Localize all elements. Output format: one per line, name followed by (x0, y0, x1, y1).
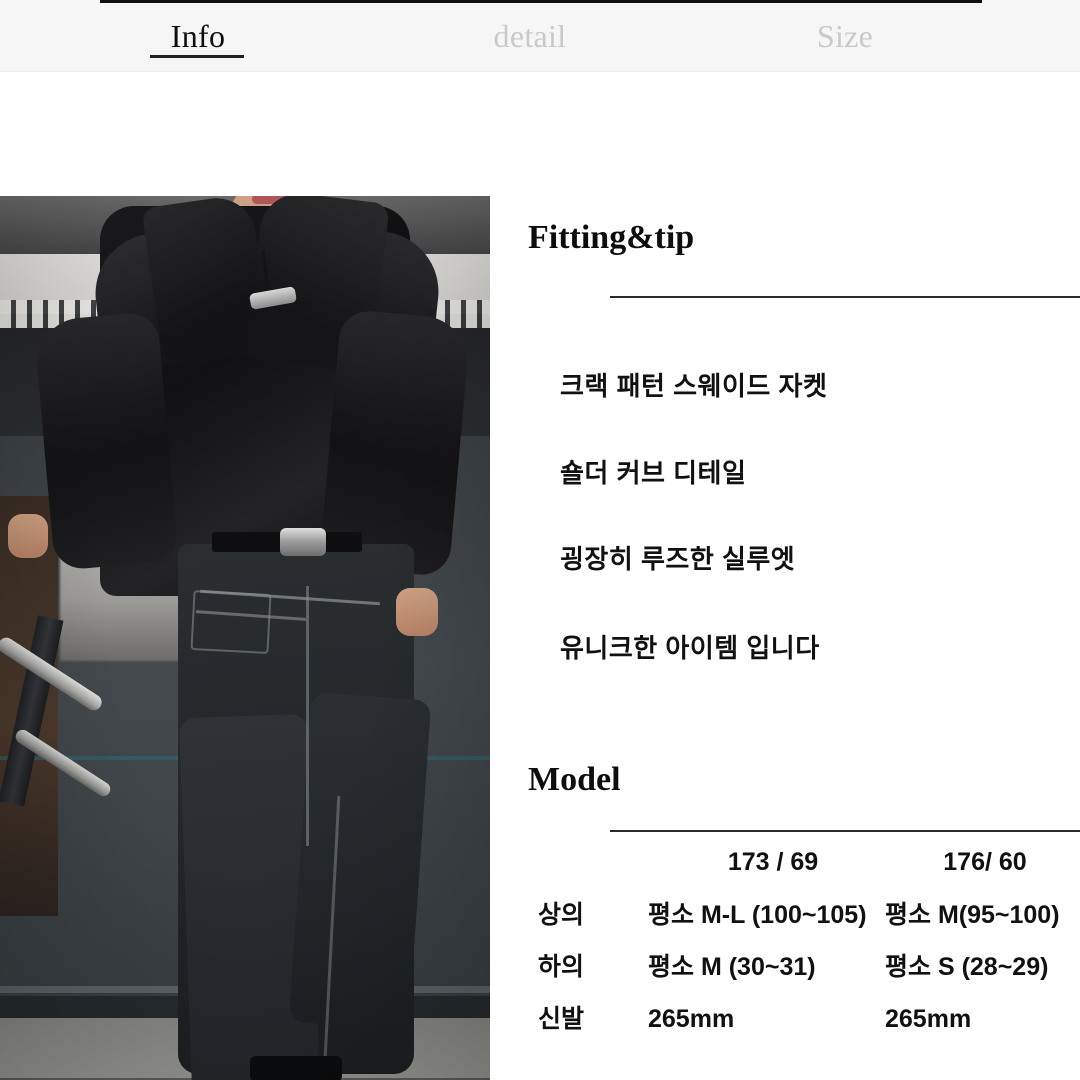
fitting-tip-heading: Fitting&tip (528, 219, 695, 256)
model-divider (610, 830, 1080, 832)
fitting-tip-divider (610, 296, 1080, 298)
fitting-bullet: 크랙 패턴 스웨이드 자켓 (560, 371, 828, 401)
info-content: Fitting&tip 크랙 패턴 스웨이드 자켓 숄더 커브 디테일 굉장히 … (528, 196, 1080, 1080)
fitting-bullet: 숄더 커브 디테일 (560, 458, 747, 488)
row-value-model-b: 평소 S (28~29) (885, 953, 1049, 981)
table-row: 신발 265mm 265mm (528, 1003, 1080, 1055)
table-header-row: 173 / 69 176/ 60 (528, 846, 1080, 898)
model-heading: Model (528, 761, 621, 798)
product-info-page: Info detail Size Fitting&tip 크랙 패턴 스웨이드 … (0, 0, 1080, 1080)
top-divider (100, 0, 982, 3)
tab-bar: Info detail Size (0, 0, 1080, 72)
row-value-model-a: 265mm (648, 1005, 735, 1033)
fitting-bullet: 유니크한 아이템 입니다 (560, 633, 820, 663)
row-label: 신발 (538, 1005, 585, 1033)
table-row: 상의 평소 M-L (100~105) 평소 M(95~100) (528, 899, 1080, 951)
product-photo[interactable] (0, 196, 490, 1080)
tab-active-indicator (150, 55, 244, 58)
model-a-spec: 173 / 69 (727, 848, 819, 876)
model-b-spec: 176/ 60 (943, 848, 1027, 876)
row-value-model-b: 평소 M(95~100) (885, 901, 1060, 929)
row-label: 상의 (538, 901, 585, 929)
tab-info[interactable]: Info (120, 16, 276, 56)
fitting-bullet: 굉장히 루즈한 실루엣 (560, 544, 796, 574)
table-row: 하의 평소 M (30~31) 평소 S (28~29) (528, 951, 1080, 1003)
row-label: 하의 (538, 953, 585, 981)
tab-detail[interactable]: detail (440, 16, 620, 56)
row-value-model-a: 평소 M-L (100~105) (648, 901, 867, 929)
photo-scene (0, 196, 490, 1080)
tab-size[interactable]: Size (760, 16, 930, 56)
row-value-model-b: 265mm (885, 1005, 972, 1033)
photo-vignette (0, 196, 490, 1080)
row-value-model-a: 평소 M (30~31) (648, 953, 816, 981)
